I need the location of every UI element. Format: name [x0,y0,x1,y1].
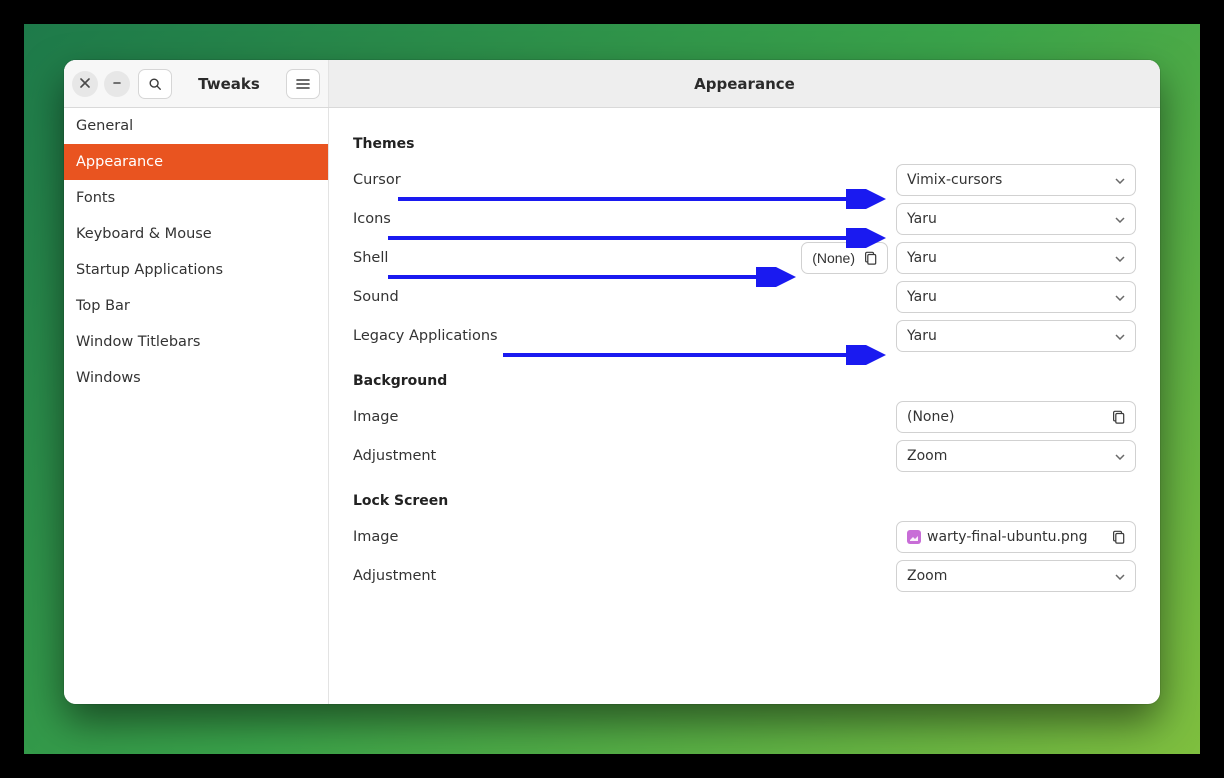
sidebar-item-label: Startup Applications [76,262,223,278]
row-icons: Icons Yaru [353,199,1136,238]
row-sound: Sound Yaru [353,277,1136,316]
row-legacy-applications: Legacy Applications Yaru [353,316,1136,355]
sidebar-item-windows[interactable]: Windows [64,360,328,396]
sidebar-item-label: Window Titlebars [76,334,200,350]
hamburger-icon [296,78,310,90]
close-button[interactable] [72,71,98,97]
annotation-arrow [503,345,893,365]
background-adjustment-select[interactable]: Zoom [896,440,1136,472]
row-shell: Shell (None) [353,238,1136,277]
main-panel: Themes Cursor Vimix-cursors [329,60,1160,704]
chevron-down-icon [1115,250,1125,266]
legacy-apps-theme-select[interactable]: Yaru [896,320,1136,352]
combo-value: Yaru [907,328,937,344]
row-background-adjustment: Adjustment Zoom [353,436,1136,475]
row-lockscreen-image: Image warty-final-ubuntu.png [353,517,1136,556]
search-icon [148,77,162,91]
titlebar-left: Tweaks [64,60,329,107]
combo-value: Yaru [907,211,937,227]
label-bg-adjustment: Adjustment [353,448,523,464]
background-image-chooser[interactable]: (None) [896,401,1136,433]
document-icon [1111,410,1125,424]
row-background-image: Image (None) [353,397,1136,436]
search-button[interactable] [138,69,172,99]
combo-value: Vimix-cursors [907,172,1002,188]
combo-value: Zoom [907,568,947,584]
sidebar-item-general[interactable]: General [64,108,328,144]
section-title-background: Background [353,373,1136,389]
row-cursor: Cursor Vimix-cursors [353,160,1136,199]
label-sound: Sound [353,289,523,305]
combo-value: Yaru [907,250,937,266]
sidebar-item-label: Keyboard & Mouse [76,226,212,242]
chooser-value: (None) [812,250,855,266]
shell-theme-select[interactable]: Yaru [896,242,1136,274]
section-title-themes: Themes [353,136,1136,152]
sidebar-item-appearance[interactable]: Appearance [64,144,328,180]
combo-value: Yaru [907,289,937,305]
document-icon [863,251,877,265]
app-title: Tweaks [178,75,280,93]
combo-value: warty-final-ubuntu.png [927,529,1088,545]
row-lockscreen-adjustment: Adjustment Zoom [353,556,1136,595]
chevron-down-icon [1115,289,1125,305]
label-shell: Shell [353,250,523,266]
chevron-down-icon [1115,328,1125,344]
sidebar-item-label: Windows [76,370,141,386]
chevron-down-icon [1115,211,1125,227]
sidebar-item-startup-applications[interactable]: Startup Applications [64,252,328,288]
combo-value: Zoom [907,448,947,464]
sidebar-item-label: Top Bar [76,298,130,314]
minimize-button[interactable] [104,71,130,97]
tweaks-window: Tweaks Appearance General Appearance Fon… [64,60,1160,704]
chevron-down-icon [1115,172,1125,188]
sidebar-item-window-titlebars[interactable]: Window Titlebars [64,324,328,360]
sidebar-item-label: Appearance [76,154,163,170]
label-legacy: Legacy Applications [353,328,523,344]
sidebar-item-fonts[interactable]: Fonts [64,180,328,216]
close-icon [80,76,90,91]
chevron-down-icon [1115,568,1125,584]
lockscreen-adjustment-select[interactable]: Zoom [896,560,1136,592]
sound-theme-select[interactable]: Yaru [896,281,1136,313]
document-icon [1111,530,1125,544]
sidebar-item-label: Fonts [76,190,115,206]
chevron-down-icon [1115,448,1125,464]
appearance-content: Themes Cursor Vimix-cursors [329,108,1160,619]
label-ls-image: Image [353,529,523,545]
sidebar-item-top-bar[interactable]: Top Bar [64,288,328,324]
minimize-icon [112,76,122,91]
shell-theme-chooser-button[interactable]: (None) [801,242,888,274]
icons-theme-select[interactable]: Yaru [896,203,1136,235]
lockscreen-image-chooser[interactable]: warty-final-ubuntu.png [896,521,1136,553]
cursor-theme-select[interactable]: Vimix-cursors [896,164,1136,196]
label-icons: Icons [353,211,523,227]
image-thumbnail-icon [907,530,921,544]
menu-button[interactable] [286,69,320,99]
label-ls-adjustment: Adjustment [353,568,523,584]
sidebar: General Appearance Fonts Keyboard & Mous… [64,60,329,704]
label-cursor: Cursor [353,172,523,188]
label-bg-image: Image [353,409,523,425]
sidebar-item-label: General [76,118,133,134]
section-title-lockscreen: Lock Screen [353,493,1136,509]
combo-value: (None) [907,409,954,425]
desktop-background: Tweaks Appearance General Appearance Fon… [24,24,1200,754]
sidebar-item-keyboard-mouse[interactable]: Keyboard & Mouse [64,216,328,252]
